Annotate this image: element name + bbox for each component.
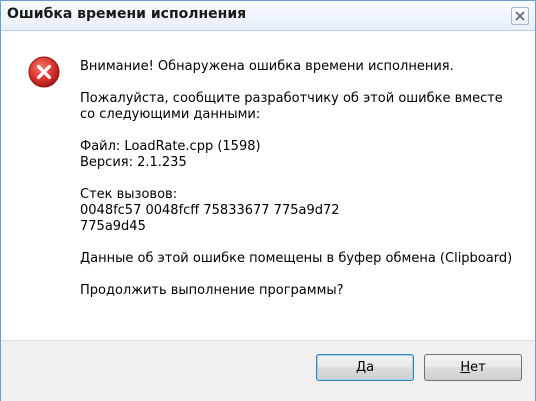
yes-button[interactable]: Да (316, 354, 414, 381)
yes-mnemonic: Д (355, 360, 367, 375)
no-label: ет (470, 360, 486, 375)
clipboard-paragraph: Данные об этой ошибке помещены в буфер о… (80, 251, 520, 267)
call-stack-paragraph: Стек вызовов: 0048fc57 0048fcff 75833677… (80, 187, 520, 235)
error-dialog-window: Ошибка времени исполнения Внимание! Обна… (0, 0, 536, 401)
call-stack-line: 775a9d45 (80, 219, 146, 234)
call-stack-line: 0048fc57 0048fcff 75833677 775a9d72 (80, 203, 340, 218)
window-title: Ошибка времени исполнения (7, 6, 247, 22)
dialog-content: Внимание! Обнаружена ошибка времени испо… (1, 31, 535, 340)
title-bar[interactable]: Ошибка времени исполнения (1, 1, 535, 31)
message-text: Внимание! Обнаружена ошибка времени испо… (80, 59, 520, 315)
version-line: Версия: 2.1.235 (80, 155, 187, 170)
file-version-paragraph: Файл: LoadRate.cpp (1598) Версия: 2.1.23… (80, 139, 520, 171)
warning-paragraph: Внимание! Обнаружена ошибка времени испо… (80, 59, 520, 75)
request-paragraph: Пожалуйста, сообщите разработчику об это… (80, 91, 520, 123)
no-mnemonic: Н (460, 360, 471, 375)
message-line: со следующими данными: (80, 107, 261, 122)
message-line: Внимание! Обнаружена ошибка времени испо… (80, 59, 454, 74)
message-line: Пожалуйста, сообщите разработчику об это… (80, 91, 503, 106)
question-line: Продолжить выполнение программы? (80, 283, 344, 298)
close-button[interactable] (511, 7, 529, 25)
yes-label: а (366, 360, 375, 375)
message-line: Данные об этой ошибке помещены в буфер о… (80, 251, 513, 266)
file-line: Файл: LoadRate.cpp (1598) (80, 139, 261, 154)
no-button[interactable]: Нет (424, 354, 522, 381)
error-icon (28, 56, 60, 88)
question-paragraph: Продолжить выполнение программы? (80, 283, 520, 299)
button-bar: Да Нет (1, 340, 535, 401)
close-icon (515, 11, 525, 21)
call-stack-label: Стек вызовов: (80, 187, 178, 202)
